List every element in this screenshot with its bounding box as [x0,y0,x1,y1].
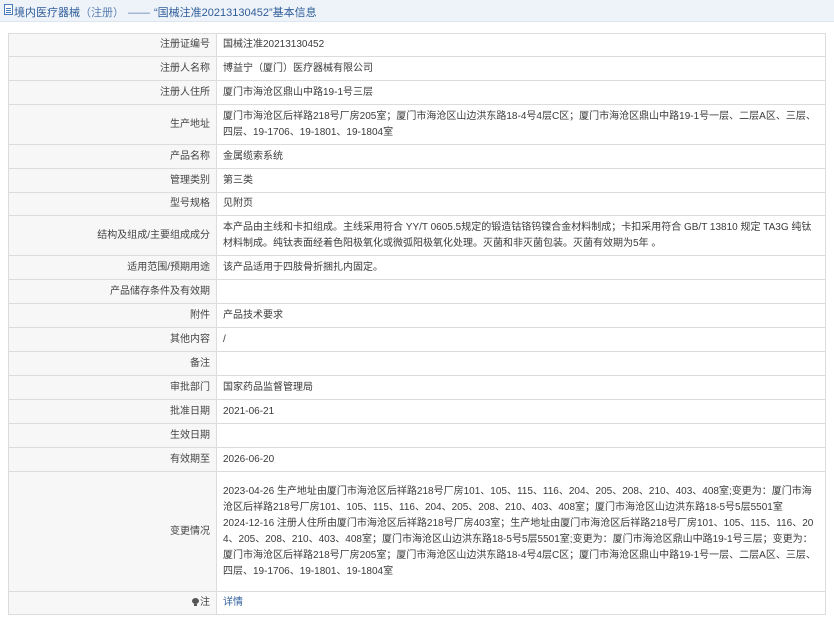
row-label: 有效期至 [8,447,217,472]
document-icon [4,4,13,15]
table-row-changes: 变更情况 2023-04-26 生产地址由厦门市海沧区后祥路218号厂房101、… [8,471,826,592]
table-row: 适用范围/预期用途 该产品适用于四肢骨折捆扎内固定。 [8,255,826,280]
row-label: 备注 [8,351,217,376]
row-label: 生产地址 [8,104,217,145]
row-value [216,423,826,448]
row-value: 见附页 [216,192,826,216]
footer-value: 详情 [216,591,826,615]
row-label: 产品储存条件及有效期 [8,279,217,304]
table-row: 生产地址 厦门市海沧区后祥路218号厂房205室；厦门市海沧区山边洪东路18-4… [8,104,826,145]
table-row: 审批部门 国家药品监督管理局 [8,375,826,400]
row-value [216,279,826,304]
row-value: 2026-06-20 [216,447,826,472]
table-row: 产品名称 金属缆索系统 [8,144,826,169]
row-value: 第三类 [216,168,826,193]
row-label: 注册人名称 [8,56,217,81]
table-row: 生效日期 [8,423,826,448]
title-suffix: 基本信息 [272,7,317,19]
row-label: 产品名称 [8,144,217,169]
row-value: 产品技术要求 [216,303,826,328]
table-row: 批准日期 2021-06-21 [8,399,826,424]
row-value: 该产品适用于四肢骨折捆扎内固定。 [216,255,826,280]
table-row: 备注 [8,351,826,376]
row-label: 附件 [8,303,217,328]
row-label: 适用范围/预期用途 [8,255,217,280]
title-registration-number: “国械注准20213130452” [154,7,273,19]
row-value: 厦门市海沧区后祥路218号厂房205室；厦门市海沧区山边洪东路18-4号4层C区… [216,104,826,145]
row-value: 博益宁（厦门）医疗器械有限公司 [216,56,826,81]
row-value: 国械注准20213130452 [216,33,826,57]
row-label: 结构及组成/主要组成成分 [8,215,217,256]
table-row: 有效期至 2026-06-20 [8,447,826,472]
table-row: 管理类别 第三类 [8,168,826,193]
table-row: 注册人名称 博益宁（厦门）医疗器械有限公司 [8,56,826,81]
table-row: 附件 产品技术要求 [8,303,826,328]
row-value [216,351,826,376]
bulb-icon [192,598,199,606]
title-prefix: 境内医疗器械 [14,7,80,19]
row-label: 注册证编号 [8,33,217,57]
table-row: 其他内容 / [8,327,826,352]
row-value: 本产品由主线和卡扣组成。主线采用符合 YY/T 0605.5规定的锻造钴铬钨镍合… [216,215,826,256]
row-label: 注册人住所 [8,80,217,105]
changes-value: 2023-04-26 生产地址由厦门市海沧区后祥路218号厂房101、105、1… [216,471,826,592]
row-label: 生效日期 [8,423,217,448]
page-header-bar: 境内医疗器械（注册） —— “国械注准20213130452”基本信息 [0,0,834,22]
row-value: 2021-06-21 [216,399,826,424]
row-label: 管理类别 [8,168,217,193]
row-value: 厦门市海沧区鼎山中路19-1号三层 [216,80,826,105]
page-title: 境内医疗器械（注册） —— “国械注准20213130452”基本信息 [14,4,317,20]
row-label: 其他内容 [8,327,217,352]
footer-label-text: 注 [200,597,210,608]
row-label: 审批部门 [8,375,217,400]
title-paren: （注册） [80,7,124,19]
info-table: 注册证编号 国械注准20213130452 注册人名称 博益宁（厦门）医疗器械有… [8,33,826,615]
table-row: 产品储存条件及有效期 [8,279,826,304]
row-label: 批准日期 [8,399,217,424]
footer-label: 注 [8,591,217,615]
row-value: / [216,327,826,352]
table-row-footer: 注 详情 [8,591,826,615]
detail-link[interactable]: 详情 [223,597,243,608]
table-row: 注册证编号 国械注准20213130452 [8,33,826,57]
table-row: 型号规格 见附页 [8,192,826,216]
title-dash: —— [128,7,150,19]
row-value: 国家药品监督管理局 [216,375,826,400]
row-label: 型号规格 [8,192,217,216]
changes-label: 变更情况 [8,471,217,592]
change-entry: 2023-04-26 生产地址由厦门市海沧区后祥路218号厂房101、105、1… [223,485,812,513]
table-row: 结构及组成/主要组成成分 本产品由主线和卡扣组成。主线采用符合 YY/T 060… [8,215,826,256]
change-entry: 2024-12-16 注册人住所由厦门市海沧区后祥路218号厂房403室；生产地… [223,517,816,577]
table-row: 注册人住所 厦门市海沧区鼎山中路19-1号三层 [8,80,826,105]
row-value: 金属缆索系统 [216,144,826,169]
